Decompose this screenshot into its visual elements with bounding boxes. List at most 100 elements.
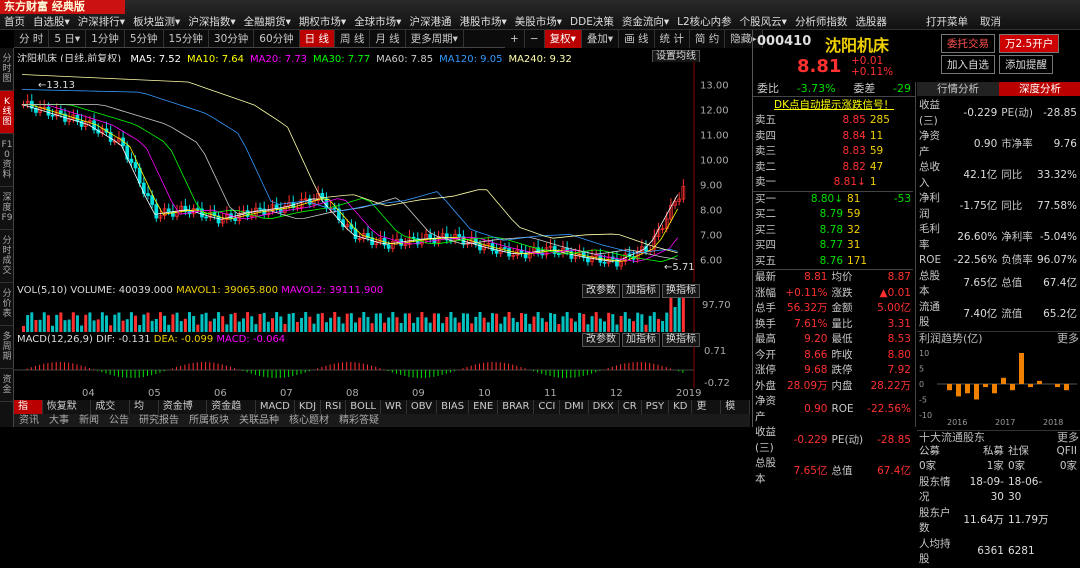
- indicator-tab-12[interactable]: BIAS: [437, 400, 470, 414]
- indicator-tab-8[interactable]: RSI: [321, 400, 347, 414]
- indicator-tab-19[interactable]: PSY: [642, 400, 670, 414]
- info-tab-6[interactable]: 关联品种: [234, 414, 284, 427]
- toolbar-btn-2[interactable]: 复权▾: [544, 30, 582, 48]
- menu-item-4[interactable]: 沪深指数▾: [184, 14, 239, 30]
- left-tab-3[interactable]: 深度F9: [0, 187, 14, 230]
- menu-item-13[interactable]: L2核心内参: [673, 14, 736, 30]
- analysis-tab-0[interactable]: 行情分析: [917, 82, 999, 96]
- toolbar-btn-5[interactable]: 统 计: [655, 30, 690, 48]
- vol-bar: [271, 318, 274, 332]
- macd-btn-2[interactable]: 换指标: [662, 333, 700, 347]
- period-1[interactable]: 5 日▾: [49, 30, 87, 47]
- menu-item-10[interactable]: 美股市场▾: [511, 14, 566, 30]
- dk-signal-link[interactable]: DK点自动提示涨跌信号！: [753, 97, 915, 113]
- toolbar-btn-4[interactable]: 画 线: [619, 30, 655, 48]
- vol-btn-0[interactable]: 改参数: [582, 284, 620, 298]
- left-tab-2[interactable]: F10资料: [0, 134, 14, 187]
- period-3[interactable]: 5分钟: [125, 30, 164, 47]
- indicator-tab-15[interactable]: CCI: [534, 400, 561, 414]
- left-tab-7[interactable]: 资金: [0, 369, 14, 402]
- period-9[interactable]: 月 线: [370, 30, 406, 47]
- vol-btn-1[interactable]: 加指标: [622, 284, 660, 298]
- info-tab-5[interactable]: 所属板块: [184, 414, 234, 427]
- right-menu-item-0[interactable]: 打开菜单: [920, 14, 974, 30]
- left-tab-5[interactable]: 分价表: [0, 283, 14, 326]
- menu-item-14[interactable]: 个股风云▾: [736, 14, 791, 30]
- indicator-tab-16[interactable]: DMI: [560, 400, 589, 414]
- indicator-tab-4[interactable]: 资金博弈: [159, 400, 208, 426]
- indicator-tab-18[interactable]: CR: [619, 400, 642, 414]
- indicator-tab-1[interactable]: 恢复默认: [43, 400, 92, 426]
- volume-chart[interactable]: 97.70: [14, 298, 750, 332]
- menu-item-16[interactable]: 选股器: [851, 14, 891, 30]
- macd-chart[interactable]: 0.71 -0.72: [14, 346, 750, 388]
- indicator-tab-9[interactable]: BOLL: [346, 400, 381, 414]
- period-6[interactable]: 60分钟: [254, 30, 300, 47]
- menu-item-6[interactable]: 期权市场▾: [295, 14, 350, 30]
- indicator-tab-7[interactable]: KDJ: [295, 400, 322, 414]
- info-tab-3[interactable]: 公告: [104, 414, 134, 427]
- vol-btn-2[interactable]: 换指标: [662, 284, 700, 298]
- indicator-tab-20[interactable]: KD: [669, 400, 693, 414]
- info-tab-1[interactable]: 大事: [44, 414, 74, 427]
- toolbar-btn-1[interactable]: −: [525, 30, 545, 48]
- stock-btn-0[interactable]: 委托交易: [941, 34, 995, 53]
- indicator-tab-0[interactable]: 指标: [14, 400, 43, 426]
- menu-item-11[interactable]: DDE决策: [566, 14, 618, 30]
- candlestick-chart[interactable]: 13.00 12.00 11.00 10.00 9.00 8.00 7.00 6.00 ←13.…: [14, 62, 750, 282]
- indicator-tab-6[interactable]: MACD: [256, 400, 295, 414]
- menu-item-1[interactable]: 自选股▾: [29, 14, 74, 30]
- macd-btn-1[interactable]: 加指标: [622, 333, 660, 347]
- indicator-tab-13[interactable]: ENE: [469, 400, 499, 414]
- indicator-tab-17[interactable]: DKX: [589, 400, 619, 414]
- period-7[interactable]: 日 线: [299, 30, 335, 47]
- candle-body: [602, 261, 607, 264]
- toolbar-btn-6[interactable]: 简 约: [690, 30, 726, 48]
- period-10[interactable]: 更多周期▾: [406, 30, 464, 47]
- menu-item-8[interactable]: 沪深港通: [405, 14, 455, 30]
- indicator-tab-5[interactable]: 资金趋势: [207, 400, 256, 426]
- menu-item-2[interactable]: 沪深排行▾: [74, 14, 129, 30]
- indicator-tab-10[interactable]: WR: [381, 400, 407, 414]
- profit-more-link[interactable]: 更多: [1057, 332, 1079, 345]
- menu-item-3[interactable]: 板块监测▾: [129, 14, 184, 30]
- left-tab-1[interactable]: K线图: [0, 91, 14, 134]
- info-tab-4[interactable]: 研究报告: [134, 414, 184, 427]
- indicator-tab-22[interactable]: 模板: [721, 400, 750, 426]
- holders-more-link[interactable]: 更多: [1057, 431, 1079, 444]
- left-tab-0[interactable]: 分时图: [0, 48, 14, 91]
- period-4[interactable]: 15分钟: [164, 30, 209, 47]
- indicator-tab-11[interactable]: OBV: [407, 400, 438, 414]
- right-menu-item-1[interactable]: 取消: [974, 14, 1007, 30]
- period-8[interactable]: 周 线: [335, 30, 371, 47]
- menu-item-12[interactable]: 资金流向▾: [618, 14, 673, 30]
- left-tab-4[interactable]: 分时成交: [0, 230, 14, 283]
- stock-btn-2[interactable]: 加入自选: [941, 55, 995, 74]
- menu-item-15[interactable]: 分析师指数: [791, 14, 852, 30]
- stock-btn-3[interactable]: 添加提醒: [999, 55, 1053, 74]
- info-tab-8[interactable]: 精彩答疑: [334, 414, 384, 427]
- vol-bar: [598, 318, 602, 332]
- analysis-tab-1[interactable]: 深度分析: [999, 82, 1080, 96]
- info-tab-0[interactable]: 资讯: [14, 414, 44, 427]
- toolbar-btn-3[interactable]: 叠加▾: [582, 30, 620, 48]
- macd-btn-0[interactable]: 改参数: [582, 333, 620, 347]
- menu-item-9[interactable]: 港股市场▾: [455, 14, 510, 30]
- period-5[interactable]: 30分钟: [209, 30, 255, 47]
- period-0[interactable]: 分 时: [14, 30, 50, 47]
- menu-item-0[interactable]: 首页: [0, 14, 29, 30]
- left-tab-6[interactable]: 多周期: [0, 326, 14, 369]
- info-tab-7[interactable]: 核心题材: [284, 414, 334, 427]
- indicator-tab-2[interactable]: 成交量: [91, 400, 130, 426]
- menu-item-7[interactable]: 全球市场▾: [350, 14, 405, 30]
- period-2[interactable]: 1分钟: [86, 30, 125, 47]
- toolbar-btn-0[interactable]: +: [505, 30, 525, 48]
- vol-bar: [22, 326, 25, 332]
- info-tab-2[interactable]: 新闻: [74, 414, 104, 427]
- menu-item-5[interactable]: 全融期货▾: [240, 14, 295, 30]
- indicator-tab-21[interactable]: 更多: [692, 400, 722, 426]
- indicator-tab-3[interactable]: 均线: [130, 400, 159, 426]
- indicator-tab-14[interactable]: BRAR: [498, 400, 535, 414]
- stock-btn-1[interactable]: 万2.5开户: [999, 34, 1060, 53]
- buy-row-cell: 32: [847, 223, 861, 236]
